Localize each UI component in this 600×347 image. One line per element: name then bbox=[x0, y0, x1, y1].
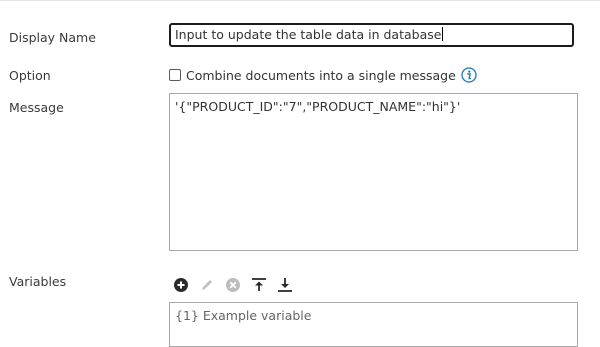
move-to-top-button[interactable] bbox=[250, 276, 268, 294]
combine-documents-option: Combine documents into a single message bbox=[169, 66, 477, 84]
display-name-label: Display Name bbox=[9, 30, 96, 45]
remove-circle-icon bbox=[226, 278, 240, 292]
variable-list-item[interactable]: {1} Example variable bbox=[175, 308, 572, 324]
variables-label: Variables bbox=[9, 274, 67, 289]
combine-documents-label[interactable]: Combine documents into a single message bbox=[186, 68, 456, 83]
move-top-icon bbox=[252, 278, 266, 291]
move-bottom-icon bbox=[278, 278, 292, 292]
option-label: Option bbox=[9, 68, 51, 83]
message-value: '{"PRODUCT_ID":"7","PRODUCT_NAME":"hi"}' bbox=[175, 99, 461, 114]
move-to-bottom-button[interactable] bbox=[276, 276, 294, 294]
message-label: Message bbox=[9, 100, 64, 115]
add-circle-icon bbox=[174, 278, 188, 292]
info-icon[interactable] bbox=[461, 67, 477, 83]
text-caret bbox=[442, 27, 444, 41]
add-variable-button[interactable] bbox=[172, 276, 190, 294]
display-name-value: Input to update the table data in databa… bbox=[175, 27, 442, 42]
variables-list[interactable]: {1} Example variable bbox=[169, 302, 578, 347]
top-divider bbox=[0, 0, 600, 1]
display-name-input[interactable]: Input to update the table data in databa… bbox=[169, 23, 574, 47]
variables-toolbar bbox=[172, 275, 302, 295]
edit-variable-button[interactable] bbox=[198, 276, 216, 294]
pencil-icon bbox=[202, 280, 212, 290]
remove-variable-button[interactable] bbox=[224, 276, 242, 294]
combine-documents-checkbox[interactable] bbox=[169, 69, 181, 81]
message-textarea[interactable]: '{"PRODUCT_ID":"7","PRODUCT_NAME":"hi"}' bbox=[169, 93, 578, 251]
